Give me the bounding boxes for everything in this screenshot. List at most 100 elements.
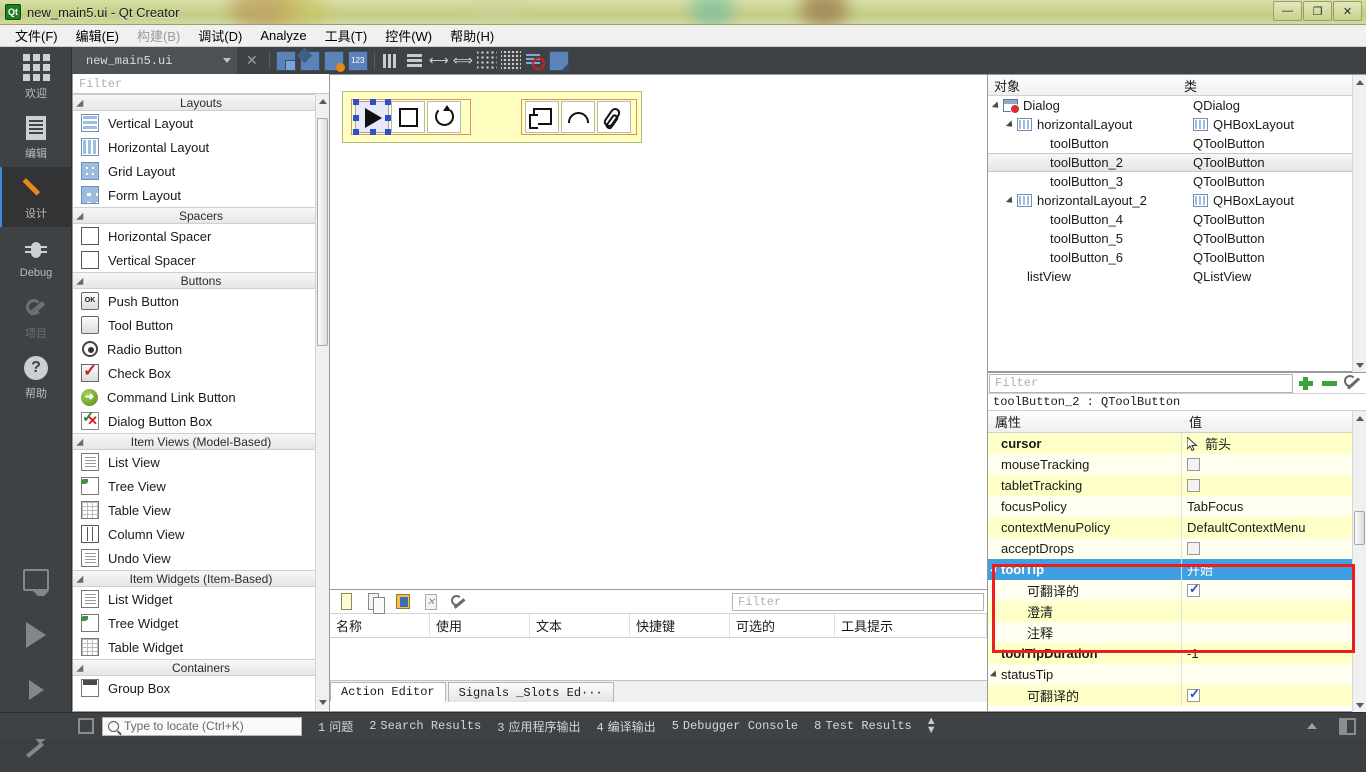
widget-item-list-view[interactable]: List View (73, 450, 329, 474)
widget-category-item-views[interactable]: Item Views (Model-Based) (73, 433, 329, 450)
widget-item-dialog-button-box[interactable]: Dialog Button Box (73, 408, 329, 433)
property-row-mousetracking[interactable]: mouseTracking (988, 454, 1366, 475)
menu-widgets[interactable]: 控件(W) (376, 24, 441, 47)
tab-order-icon[interactable]: 123 (347, 50, 368, 71)
form-toolbutton-window[interactable] (525, 101, 559, 133)
widget-category-layouts[interactable]: Layouts (73, 94, 329, 111)
menu-file[interactable]: 文件(F) (6, 24, 67, 47)
layout-vertical-icon[interactable] (405, 51, 425, 71)
property-row-tooltip-disambiguation[interactable]: 澄清 (988, 601, 1366, 622)
minus-icon[interactable] (1318, 373, 1342, 393)
widget-item-command-link-button[interactable]: ➜ Command Link Button (73, 385, 329, 409)
delete-icon[interactable]: ✕ (420, 591, 442, 613)
column-header-property[interactable]: 属性 (988, 411, 1182, 432)
scrollbar-thumb[interactable] (317, 118, 328, 346)
minimize-button[interactable]: — (1273, 1, 1302, 21)
resize-handle[interactable] (370, 129, 376, 135)
form-toolbutton-stop[interactable] (391, 101, 425, 133)
widget-item-group-box[interactable]: Group Box (73, 676, 329, 700)
property-row-cursor[interactable]: cursor 箭头 (988, 433, 1366, 454)
resize-handle[interactable] (353, 115, 359, 121)
scroll-down-icon[interactable] (319, 700, 327, 705)
widget-category-item-widgets[interactable]: Item Widgets (Item-Based) (73, 570, 329, 587)
wrench-icon[interactable] (1342, 373, 1366, 393)
column-header-checkable[interactable]: 可选的 (730, 614, 835, 637)
menu-build[interactable]: 构建(B) (128, 24, 189, 47)
property-rows[interactable]: cursor 箭头 mouseTracking tabletTracking f… (988, 433, 1366, 706)
column-header-tooltip[interactable]: 工具提示 (835, 614, 987, 637)
resize-handle[interactable] (353, 129, 359, 135)
column-header-text[interactable]: 文本 (530, 614, 630, 637)
break-layout-icon[interactable] (525, 51, 545, 71)
widget-item-tree-widget[interactable]: Tree Widget (73, 611, 329, 635)
object-row-toolbutton[interactable]: toolButton QToolButton (988, 134, 1366, 153)
v-splitter-icon[interactable]: ⟺ (453, 51, 473, 71)
property-row-tooltipduration[interactable]: toolTipDuration -1 (988, 643, 1366, 664)
widget-item-push-button[interactable]: OK Push Button (73, 289, 329, 313)
property-row-tooltip-comment[interactable]: 注释 (988, 622, 1366, 643)
toggle-output-pane-button[interactable] (1339, 717, 1356, 735)
property-filter-input[interactable]: Filter (989, 373, 1293, 393)
object-row-horizontallayout-2[interactable]: horizontalLayout_2 QHBoxLayout (988, 191, 1366, 210)
widget-item-tool-button[interactable]: Tool Button (73, 313, 329, 337)
restore-button[interactable]: ❐ (1303, 1, 1332, 21)
expand-arrow-icon[interactable] (991, 100, 1002, 111)
h-splitter-icon[interactable]: ⟷ (429, 51, 449, 71)
kit-selector-button[interactable] (0, 552, 72, 607)
tab-action-editor[interactable]: Action Editor (330, 682, 446, 702)
menu-help[interactable]: 帮助(H) (441, 24, 503, 47)
widget-category-buttons[interactable]: Buttons (73, 272, 329, 289)
output-pane-prev-next-icon[interactable]: ▲ ▼ (926, 716, 937, 736)
grid-layout-icon[interactable] (500, 50, 521, 71)
form-toolbutton-clip[interactable] (597, 101, 631, 133)
close-editor-icon[interactable]: ✕ (246, 52, 258, 69)
edit-widgets-icon[interactable] (275, 50, 296, 71)
menu-edit[interactable]: 编辑(E) (67, 24, 128, 47)
column-header-class[interactable]: 类 (1178, 75, 1366, 95)
output-pane-compile-output[interactable]: 4 编译输出 (596, 718, 655, 735)
expand-arrow-icon[interactable] (1005, 119, 1016, 130)
column-header-object[interactable]: 对象 (988, 75, 1178, 95)
object-row-listview[interactable]: listView QListView (988, 267, 1366, 286)
resize-handle[interactable] (370, 99, 376, 105)
object-row-horizontallayout[interactable]: horizontalLayout QHBoxLayout (988, 115, 1366, 134)
object-row-toolbutton-5[interactable]: toolButton_5 QToolButton (988, 229, 1366, 248)
property-row-tablettracking[interactable]: tabletTracking (988, 475, 1366, 496)
property-editor-scrollbar[interactable] (1352, 411, 1366, 713)
property-row-focuspolicy[interactable]: focusPolicy TabFocus (988, 496, 1366, 517)
column-header-shortcut[interactable]: 快捷键 (630, 614, 730, 637)
mode-welcome[interactable]: 欢迎 (0, 47, 72, 107)
widget-item-grid-layout[interactable]: Grid Layout (73, 159, 329, 183)
toggle-sidebar-button[interactable] (78, 718, 94, 734)
widget-category-containers[interactable]: Containers (73, 659, 329, 676)
checkbox-unchecked-icon[interactable] (1187, 479, 1200, 492)
form-dialog[interactable] (342, 91, 642, 143)
expand-arrow-icon[interactable] (989, 564, 1000, 575)
widget-item-column-view[interactable]: Column View (73, 522, 329, 546)
object-row-toolbutton-2[interactable]: toolButton_2 QToolButton (988, 153, 1366, 172)
output-pane-search-results[interactable]: 2 Search Results (369, 719, 481, 733)
mode-design[interactable]: 设计 (0, 167, 72, 227)
mode-projects[interactable]: 项目 (0, 287, 72, 347)
checkbox-unchecked-icon[interactable] (1187, 542, 1200, 555)
checkbox-checked-icon[interactable] (1187, 686, 1200, 702)
column-header-used[interactable]: 使用 (430, 614, 530, 637)
scrollbar-thumb[interactable] (1354, 511, 1365, 545)
expand-arrow-icon[interactable] (989, 669, 1000, 680)
widget-item-table-widget[interactable]: Table Widget (73, 635, 329, 659)
widget-item-undo-view[interactable]: Undo View (73, 546, 329, 570)
buddies-icon[interactable] (323, 50, 345, 72)
output-pane-application-output[interactable]: 3 应用程序输出 (497, 718, 580, 735)
mode-help[interactable]: ? 帮助 (0, 347, 72, 407)
scroll-up-icon[interactable] (1356, 80, 1364, 85)
form-toolbutton-cloud[interactable] (561, 101, 595, 133)
form-layout-icon[interactable] (476, 50, 497, 71)
copy-icon[interactable] (364, 591, 386, 614)
adjust-size-icon[interactable] (548, 50, 569, 71)
widget-item-radio-button[interactable]: Radio Button (73, 337, 329, 361)
output-pane-test-results[interactable]: 8 Test Results (814, 719, 912, 733)
mode-debug[interactable]: Debug (0, 227, 72, 287)
column-header-name[interactable]: 名称 (330, 614, 430, 637)
menu-tools[interactable]: 工具(T) (316, 24, 377, 47)
widget-box-list[interactable]: Layouts Vertical Layout Horizontal Layou… (73, 94, 329, 710)
